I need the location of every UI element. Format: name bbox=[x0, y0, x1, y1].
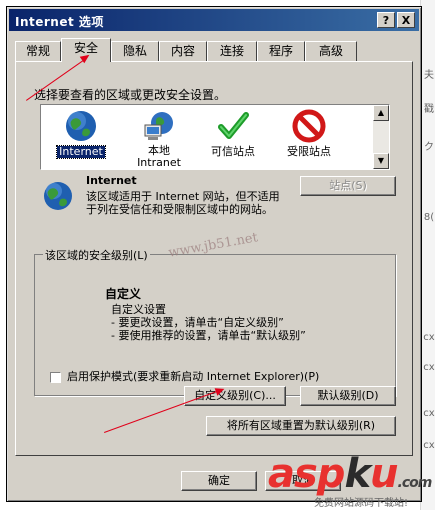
security-tab-panel: 选择要查看的区域或更改安全设置。 Internet 本地 Intranet 可信… bbox=[15, 61, 413, 456]
asp-ku-logo: aspku.com 免费网站源码下载站! bbox=[268, 451, 433, 509]
level-desc-line: 自定义设置 bbox=[111, 303, 166, 316]
scroll-up-icon[interactable]: ▲ bbox=[373, 105, 389, 121]
background-glyph: cx bbox=[423, 440, 435, 451]
zone-trusted-label: 可信站点 bbox=[211, 145, 255, 158]
background-glyph: 8( bbox=[423, 212, 435, 223]
prohibited-icon bbox=[292, 109, 326, 143]
zone-intranet-label: 本地 Intranet bbox=[137, 144, 181, 169]
logo-part: asp bbox=[268, 451, 345, 497]
default-level-button[interactable]: 默认级别(D) bbox=[300, 386, 396, 406]
background-window-edge: 夫 戳 ク 8( cx cx cx cx bbox=[420, 0, 435, 510]
security-level-name: 自定义 bbox=[105, 287, 142, 301]
protected-mode-checkbox[interactable] bbox=[50, 371, 61, 383]
logo-part: k bbox=[344, 451, 371, 497]
zone-restricted-sites[interactable]: 受限站点 bbox=[275, 109, 343, 158]
logo-part: .com bbox=[397, 475, 433, 491]
background-glyph: cx bbox=[423, 332, 435, 343]
scroll-down-icon[interactable]: ▼ bbox=[373, 153, 389, 169]
background-glyph: cx bbox=[423, 362, 435, 373]
protected-mode-option[interactable]: 启用保护模式(要求重新启动 Internet Explorer)(P) bbox=[50, 368, 319, 384]
globe-icon bbox=[64, 109, 98, 143]
ok-button[interactable]: 确定 bbox=[181, 471, 257, 491]
background-glyph: 夫 bbox=[424, 70, 434, 81]
security-level-group-title: 该区域的安全级别(L) bbox=[43, 247, 150, 263]
zone-trusted-sites[interactable]: 可信站点 bbox=[199, 109, 267, 158]
tab-general[interactable]: 常规 bbox=[15, 41, 61, 61]
zone-list[interactable]: Internet 本地 Intranet 可信站点 受限站点 ▲ ▼ bbox=[40, 104, 390, 170]
zone-prompt: 选择要查看的区域或更改安全设置。 bbox=[34, 88, 227, 102]
zone-internet-label: Internet bbox=[56, 145, 106, 159]
tab-content[interactable]: 内容 bbox=[159, 41, 207, 61]
background-glyph: cx bbox=[423, 408, 435, 419]
protected-mode-label: 启用保护模式(要求重新启动 Internet Explorer)(P) bbox=[67, 370, 320, 383]
logo-part: u bbox=[370, 451, 399, 497]
background-glyph: 戳 bbox=[424, 104, 434, 115]
tab-programs[interactable]: 程序 bbox=[257, 41, 305, 61]
tab-connections[interactable]: 连接 bbox=[207, 41, 257, 61]
title-bar[interactable]: Internet 选项 ? X bbox=[9, 9, 419, 31]
check-icon bbox=[216, 109, 250, 143]
zone-internet[interactable]: Internet bbox=[47, 109, 115, 159]
logo-tagline: 免费网站源码下载站! bbox=[314, 498, 409, 509]
reset-all-zones-button[interactable]: 将所有区域重置为默认级别(R) bbox=[206, 416, 396, 436]
security-level-description: 自定义设置 - 要更改设置，请单击“自定义级别” - 要使用推荐的设置，请单击“… bbox=[111, 303, 306, 342]
zone-restricted-label: 受限站点 bbox=[287, 145, 331, 158]
close-button[interactable]: X bbox=[397, 12, 415, 28]
background-glyph: ク bbox=[424, 142, 434, 153]
intranet-icon bbox=[142, 109, 176, 143]
zone-list-scrollbar[interactable]: ▲ ▼ bbox=[373, 105, 389, 169]
tab-privacy[interactable]: 隐私 bbox=[111, 41, 159, 61]
zone-local-intranet[interactable]: 本地 Intranet bbox=[125, 109, 193, 169]
tab-advanced[interactable]: 高级 bbox=[305, 41, 357, 61]
level-desc-line: - 要使用推荐的设置，请单击“默认级别” bbox=[111, 329, 306, 342]
zone-info-description: 该区域适用于 Internet 网站，但不适用于列在受信任和受限制区域中的网站。 bbox=[86, 190, 280, 216]
help-button[interactable]: ? bbox=[377, 12, 395, 28]
zone-info-globe-icon bbox=[42, 180, 74, 212]
sites-button[interactable]: 站点(S) bbox=[300, 176, 396, 196]
window-title: Internet 选项 bbox=[15, 15, 104, 29]
level-desc-line: - 要更改设置，请单击“自定义级别” bbox=[111, 316, 284, 329]
zone-info-title: Internet bbox=[86, 174, 137, 187]
internet-options-dialog: Internet 选项 ? X 常规 安全 隐私 内容 连接 程序 高级 选择要… bbox=[6, 6, 422, 502]
